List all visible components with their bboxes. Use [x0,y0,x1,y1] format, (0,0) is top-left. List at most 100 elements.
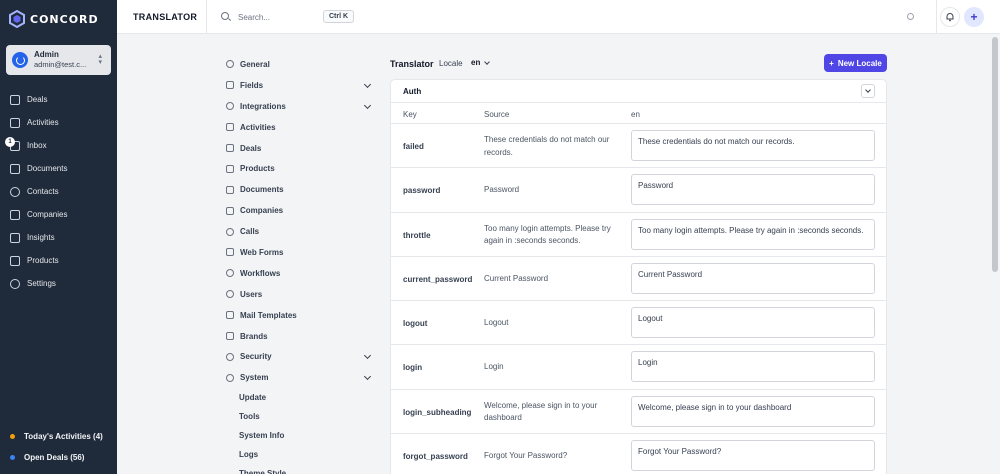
translations-card: Auth Key Source en failed These credenti… [390,79,887,474]
table-row: current_password Current Password Curren… [391,257,886,302]
document-icon [10,163,20,174]
translation-input[interactable]: Forgot Your Password? [631,440,875,472]
open-deals-link[interactable]: Open Deals (56) [0,447,117,468]
translation-input[interactable]: These credentials do not match our recor… [631,130,875,161]
sidebar-item-inbox[interactable]: 1 Inbox [0,134,117,157]
building-icon [10,209,20,220]
sidebar-quick-links: Today's Activities (4) Open Deals (56) [0,426,117,468]
search-shortcut-badge: Ctrl K [323,10,355,23]
status-dot-icon [10,455,15,460]
chevron-down-icon [363,101,372,109]
brand-logo[interactable]: CONCORD [9,10,99,28]
settings-item-documents[interactable]: Documents [217,179,377,200]
sidebar-item-insights[interactable]: Insights [0,226,117,249]
translation-input[interactable]: Login [631,351,875,383]
sidebar-item-label: Companies [27,210,68,219]
notifications-button[interactable] [940,7,960,27]
sidebar-item-products[interactable]: Products [0,249,117,272]
table-row: login Login Login [391,345,886,390]
document-icon [226,185,234,194]
settings-subitem-system-info[interactable]: System Info [217,426,377,445]
translation-source: Login [484,362,504,372]
top-bar: TRANSLATOR Ctrl K + [117,0,1000,34]
locale-select[interactable]: en [471,58,491,67]
shield-icon [226,352,234,361]
settings-item-workflows[interactable]: Workflows [217,263,377,284]
sidebar-item-documents[interactable]: Documents [0,157,117,180]
settings-item-brands[interactable]: Brands [217,326,377,347]
settings-item-label: Users [240,289,263,299]
avatar [12,52,28,68]
settings-item-label: Web Forms [240,247,284,257]
settings-subitem-logs[interactable]: Logs [217,445,377,464]
translation-key: login [403,363,423,373]
settings-item-web-forms[interactable]: Web Forms [217,242,377,263]
settings-item-general[interactable]: General [217,54,377,75]
column-header-source: Source [484,110,510,119]
sidebar-item-settings[interactable]: Settings [0,272,117,295]
insights-icon [10,232,20,243]
sidebar-item-label: Activities [27,118,59,127]
deals-icon [10,94,20,105]
settings-item-label: Products [240,164,275,174]
globe-icon [226,102,234,111]
settings-item-security[interactable]: Security [217,346,377,367]
brands-icon [226,332,234,341]
settings-item-label: Mail Templates [240,310,297,320]
translation-key: current_password [403,274,473,284]
translation-input[interactable]: Welcome, please sign in to your dashboar… [631,395,875,427]
collapse-group-button[interactable] [861,84,875,98]
brand-name: CONCORD [30,12,99,26]
chevron-down-icon [484,58,491,65]
settings-item-calls[interactable]: Calls [217,221,377,242]
inbox-count-badge: 1 [5,137,15,147]
table-row: failed These credentials do not match ou… [391,124,886,169]
sidebar-item-contacts[interactable]: Contacts [0,180,117,203]
divider [206,0,207,34]
page-scrollbar[interactable] [991,34,1000,474]
translation-input[interactable]: Logout [631,307,875,339]
chevron-down-icon [363,352,372,360]
translation-input[interactable]: Too many login attempts. Please try agai… [631,218,875,250]
translation-source: Too many login attempts. Please try agai… [484,223,611,246]
todays-activities-link[interactable]: Today's Activities (4) [0,426,117,447]
settings-item-label: Integrations [240,101,286,111]
scrollbar-thumb[interactable] [992,37,998,272]
settings-item-label: Workflows [240,268,281,278]
settings-subitem-theme-style[interactable]: Theme Style [217,464,377,474]
todays-activities-label: Today's Activities (4) [24,432,103,441]
settings-item-activities[interactable]: Activities [217,117,377,138]
settings-item-mail-templates[interactable]: Mail Templates [217,305,377,326]
settings-item-users[interactable]: Users [217,284,377,305]
translation-input[interactable]: Password [631,174,875,206]
settings-item-label: System [240,373,269,383]
quick-create-button[interactable]: + [964,7,984,27]
sidebar-item-companies[interactable]: Companies [0,203,117,226]
search-input[interactable] [238,10,318,24]
settings-item-fields[interactable]: Fields [217,75,377,96]
online-status-icon[interactable] [907,13,914,20]
user-menu[interactable]: Admin admin@test.c... ▴ ▾ [6,45,111,75]
translation-input[interactable]: Current Password [631,262,875,294]
settings-item-system[interactable]: System [217,367,377,388]
gear-icon [10,278,20,289]
sidebar-nav: Deals Activities 1 Inbox Documents Conta… [0,88,117,295]
chevron-updown-icon: ▴ ▾ [98,53,102,66]
sidebar-item-label: Contacts [27,187,59,196]
products-icon [10,255,20,266]
search-icon [221,12,229,20]
new-locale-button[interactable]: + New Locale [824,54,887,72]
settings-subitem-tools[interactable]: Tools [217,407,377,426]
sidebar-item-label: Settings [27,279,56,288]
settings-item-label: Documents [240,185,284,195]
translation-source: Logout [484,318,509,328]
settings-subitem-update[interactable]: Update [217,388,377,407]
sidebar-item-deals[interactable]: Deals [0,88,117,111]
settings-item-products[interactable]: Products [217,158,377,179]
settings-item-companies[interactable]: Companies [217,200,377,221]
sidebar-item-activities[interactable]: Activities [0,111,117,134]
translation-key: forgot_password [403,452,468,462]
calendar-icon [10,117,20,128]
settings-item-integrations[interactable]: Integrations [217,96,377,117]
settings-item-deals[interactable]: Deals [217,138,377,159]
